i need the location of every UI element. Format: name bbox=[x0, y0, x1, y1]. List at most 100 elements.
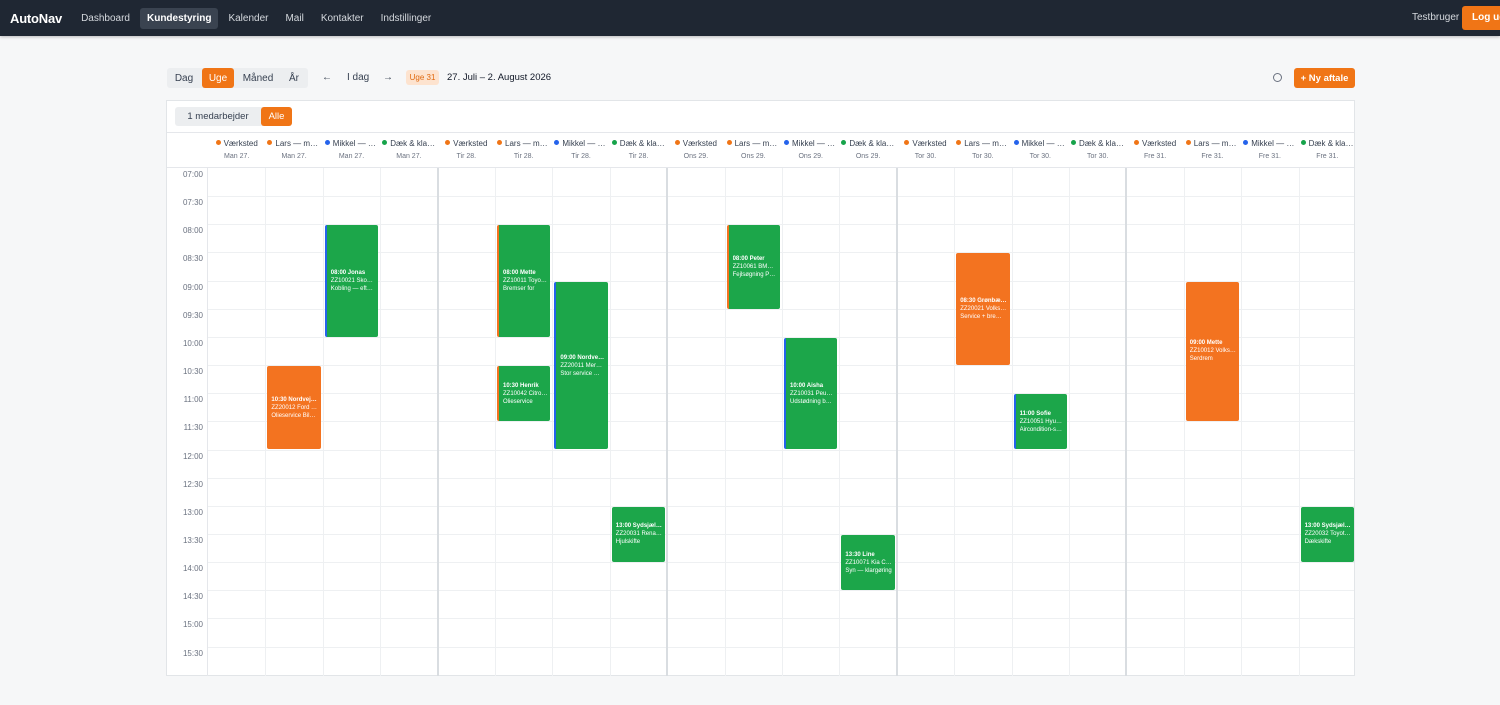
next-week-button[interactable]: → bbox=[383, 72, 393, 83]
resource-column-header[interactable]: Værksted Man 27. bbox=[208, 133, 265, 167]
appointment-time: 13:30 Line bbox=[845, 551, 875, 558]
appointment-desc: Syn — klargøring bbox=[845, 567, 892, 574]
resource-column-header[interactable]: Værksted Ons 29. bbox=[667, 133, 724, 167]
appointment-time: 08:00 Peter bbox=[732, 256, 765, 263]
column-date: Tor 30. bbox=[1086, 153, 1109, 160]
appointment-block[interactable]: 09:00 Nordvej AutoZZ20011 Mercedes Sprin… bbox=[554, 281, 608, 450]
resource-name: Dæk & klargøring bbox=[1069, 139, 1126, 148]
time-label: 14:30 bbox=[182, 592, 203, 602]
filter-all[interactable]: Alle bbox=[261, 107, 292, 126]
today-button[interactable]: I dag bbox=[347, 72, 369, 83]
time-label: 08:30 bbox=[182, 254, 203, 264]
column-divider bbox=[380, 168, 382, 676]
resource-column-header[interactable]: Lars — mekaniker Tir 28. bbox=[495, 133, 552, 167]
column-date: Tir 28. bbox=[513, 153, 534, 160]
appointment-plate: ZZ10042 Citroën C3 bbox=[503, 390, 548, 397]
resource-column-header[interactable]: Dæk & klargøring Tor 30. bbox=[1069, 133, 1126, 167]
column-date: Tir 28. bbox=[571, 153, 591, 160]
column-divider bbox=[839, 168, 841, 676]
day-divider bbox=[1125, 168, 1128, 676]
appointment-desc: Serdrem bbox=[1189, 356, 1213, 363]
appointment-block[interactable]: 10:00 AishaZZ10031 Peugeot 208Udstødning… bbox=[784, 337, 838, 450]
resource-column-header[interactable]: Lars — mekaniker Fre 31. bbox=[1184, 133, 1241, 167]
appointment-block[interactable]: 13:30 Line ZZ10071 Kia Ceed Syn — klargøri… bbox=[841, 534, 895, 591]
resource-label: Mikkel — mekaniker bbox=[562, 139, 609, 148]
resource-color-dot bbox=[611, 140, 617, 145]
resource-color-dot bbox=[726, 140, 732, 145]
resource-label: Dæk & klargøring bbox=[390, 139, 437, 148]
column-date: Man 27. bbox=[338, 153, 365, 160]
gear-icon[interactable] bbox=[1273, 73, 1282, 82]
column-date: Tir 28. bbox=[628, 153, 649, 160]
appointment-block[interactable]: 08:00 JonasZZ10021 Skoda OctaviaKobling … bbox=[324, 225, 379, 337]
view-day-button[interactable]: Dag bbox=[171, 68, 197, 88]
column-date: Fre 31. bbox=[1201, 153, 1224, 160]
view-year-button[interactable]: År bbox=[283, 68, 305, 88]
resource-column-header[interactable]: Mikkel — mekaniker Fre 31. bbox=[1241, 133, 1299, 167]
resource-name: Dæk & klargøring bbox=[380, 139, 438, 148]
resource-column-header[interactable]: Mikkel — mekaniker Tir 28. bbox=[552, 133, 610, 167]
resource-column-header[interactable]: Mikkel — mekaniker Man 27. bbox=[323, 133, 380, 167]
appointment-block[interactable]: 10:30 Nordvej AutoZZ20012 Ford TransitOl… bbox=[267, 366, 321, 450]
resource-label: Værksted bbox=[223, 139, 258, 148]
resource-column-header[interactable]: Værksted Tor 30. bbox=[897, 133, 954, 167]
filter-one-employee[interactable]: 1 medarbejder bbox=[177, 107, 259, 126]
resource-name: Værksted bbox=[208, 139, 265, 148]
resource-label: Lars — mekaniker bbox=[505, 139, 553, 148]
resource-column-header[interactable]: Dæk & klargøring Tir 28. bbox=[610, 133, 667, 167]
appointment-block[interactable]: 08:30 Grønbæk VVSZZ20021 Volkswagen Cadd… bbox=[956, 253, 1010, 366]
column-date: Man 27. bbox=[224, 153, 250, 160]
resource-name: Dæk & klargøring bbox=[610, 139, 667, 148]
resource-name: Lars — mekaniker bbox=[725, 139, 782, 148]
logout-button[interactable]: Log ud bbox=[1462, 6, 1500, 30]
appointment-desc: Hjulskifte bbox=[615, 539, 641, 546]
column-divider bbox=[1069, 168, 1070, 676]
appointment-plate: ZZ10031 Peugeot 208 bbox=[790, 390, 834, 397]
nav-item-mail[interactable]: Mail bbox=[278, 8, 310, 29]
resource-name: Værksted bbox=[667, 139, 724, 148]
resource-column-header[interactable]: Lars — mekaniker Ons 29. bbox=[725, 133, 782, 167]
column-date: Fre 31. bbox=[1258, 153, 1281, 160]
nav-item-kundestyring[interactable]: Kundestyring bbox=[139, 7, 219, 29]
resource-column-header[interactable]: Dæk & klargøring Man 27. bbox=[380, 133, 438, 167]
appointment-time: 10:30 Nordvej Auto bbox=[271, 396, 317, 403]
brand-logo[interactable]: AutoNav bbox=[10, 11, 62, 26]
appointment-plate: ZZ10071 Kia Ceed bbox=[845, 559, 892, 566]
resource-name: Dæk & klargøring bbox=[839, 139, 897, 148]
resource-color-dot bbox=[956, 140, 962, 145]
resource-column-header[interactable]: Lars — mekaniker Man 27. bbox=[265, 133, 323, 167]
nav-item-indstillinger[interactable]: Indstillinger bbox=[374, 8, 439, 29]
resource-column-header[interactable]: Mikkel — mekaniker Tor 30. bbox=[1012, 133, 1069, 167]
week-grid[interactable]: 07:00 07:30 08:00 08:30 09:00 09:30 10:00 10:30… bbox=[167, 168, 1354, 676]
appointment-block[interactable]: 09:00 MetteZZ10012 Volkswagen GolfSerdre… bbox=[1185, 281, 1240, 422]
nav-item-kontakter[interactable]: Kontakter bbox=[314, 8, 371, 29]
appointment-block[interactable]: 11:00 SofieZZ10051 Hyundai i20Airconditi… bbox=[1013, 394, 1067, 450]
nav-item-dashboard[interactable]: Dashboard bbox=[74, 8, 137, 29]
appointment-block[interactable]: 10:30 HenrikZZ10042 Citroën C3Olieservic… bbox=[497, 366, 551, 422]
resource-column-header[interactable]: Mikkel — mekaniker Ons 29. bbox=[782, 133, 839, 167]
time-label: 09:00 bbox=[182, 282, 203, 292]
nav-item-kalender[interactable]: Kalender bbox=[221, 8, 275, 29]
new-appointment-button[interactable]: + Ny aftale bbox=[1294, 68, 1355, 88]
resource-column-header[interactable]: Dæk & klargøring Ons 29. bbox=[839, 133, 897, 167]
appointment-desc: Olieservice bbox=[503, 398, 533, 405]
resource-column-header[interactable]: Dæk & klargøring Fre 31. bbox=[1299, 133, 1356, 167]
view-month-button[interactable]: Måned bbox=[240, 68, 276, 88]
appointment-desc: Stor service — 120.000 km bbox=[560, 370, 605, 377]
time-label: 12:30 bbox=[182, 479, 203, 489]
resource-column-header[interactable]: Værksted Tir 28. bbox=[438, 133, 495, 167]
resource-column-header[interactable]: Værksted Fre 31. bbox=[1126, 133, 1183, 167]
prev-week-button[interactable]: ← bbox=[322, 72, 332, 83]
appointment-block[interactable]: 08:00 MetteZZ10011 Toyota YarisBremser f… bbox=[497, 225, 551, 337]
appointment-block[interactable]: 08:00 PeterZZ10061 BMW 320dFejlsøgning P… bbox=[726, 225, 780, 309]
week-number-badge: Uge 31 bbox=[406, 70, 439, 85]
column-date: Tir 28. bbox=[456, 153, 477, 160]
appointment-block[interactable]: 13:00 Sydsjælland VognmandZZ20031 Renaul… bbox=[611, 506, 666, 563]
column-divider bbox=[782, 168, 783, 676]
appointment-desc: Udstødning bagerste bbox=[790, 398, 835, 405]
view-week-button[interactable]: Uge bbox=[202, 68, 234, 88]
column-divider bbox=[1011, 168, 1013, 676]
resource-name: Mikkel — mekaniker bbox=[782, 139, 839, 148]
appointment-block[interactable]: 13:00 Sydsjælland VognmandZZ20032 Toyota… bbox=[1300, 506, 1354, 563]
resource-column-header[interactable]: Lars — mekaniker Tor 30. bbox=[954, 133, 1012, 167]
